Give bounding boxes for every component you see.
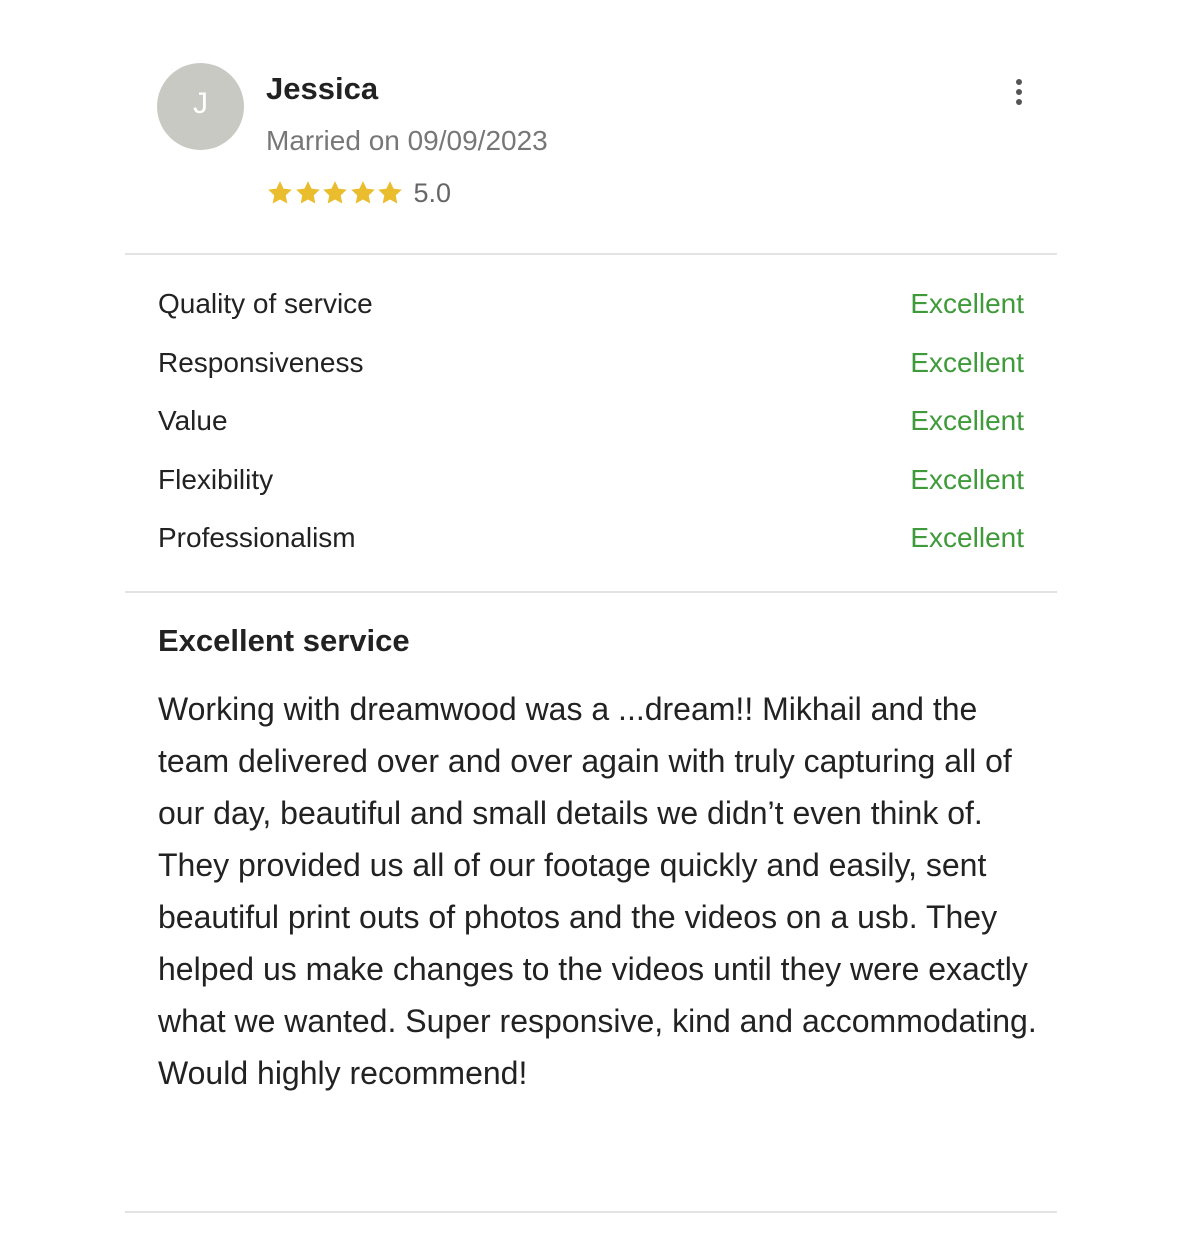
more-vertical-icon[interactable]	[1004, 72, 1034, 112]
avatar-initial: J	[193, 86, 208, 120]
married-date: Married on 09/09/2023	[266, 125, 548, 156]
divider	[125, 253, 1057, 255]
rating-value: 5.0	[413, 178, 452, 208]
category-label: Quality of service	[158, 288, 373, 319]
category-ratings: Quality of service Excellent Responsiven…	[158, 286, 1024, 579]
category-grade: Excellent	[910, 522, 1024, 553]
category-row: Quality of service Excellent	[158, 286, 1024, 345]
avatar: J	[157, 63, 244, 150]
star-icon	[350, 181, 375, 204]
reviewer-name: Jessica	[266, 71, 379, 106]
category-row: Professionalism Excellent	[158, 520, 1024, 579]
star-icon	[268, 181, 292, 204]
category-row: Flexibility Excellent	[158, 462, 1024, 521]
category-label: Professionalism	[158, 522, 356, 553]
category-label: Flexibility	[158, 463, 274, 495]
category-row: Responsiveness Excellent	[158, 345, 1024, 404]
divider	[125, 1211, 1057, 1213]
category-label: Value	[158, 405, 228, 436]
category-grade: Excellent	[910, 346, 1024, 378]
category-row: Value Excellent	[158, 403, 1024, 462]
star-icon	[295, 181, 320, 204]
review-body: Working with dreamwood was a ...dream!! …	[158, 691, 1037, 1091]
star-icon	[378, 181, 402, 204]
divider	[125, 591, 1057, 593]
review-title: Excellent service	[158, 623, 410, 658]
category-grade: Excellent	[910, 288, 1024, 319]
star-rating	[266, 179, 404, 207]
category-grade: Excellent	[910, 463, 1024, 495]
star-icon	[323, 181, 347, 204]
overall-rating: 5.0	[266, 175, 451, 211]
category-grade: Excellent	[910, 405, 1024, 436]
category-label: Responsiveness	[158, 346, 364, 378]
